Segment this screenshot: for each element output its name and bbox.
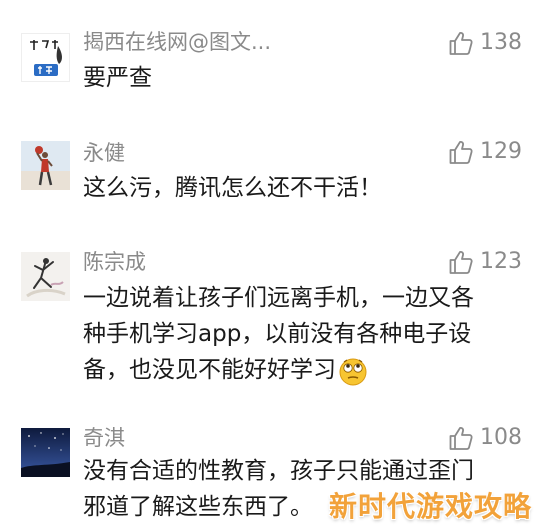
dancer-avatar-image [21,252,70,301]
like-button[interactable]: 138 [448,30,522,56]
basketball-player-avatar-image [21,141,70,190]
user-avatar[interactable] [21,141,70,190]
thumbs-up-icon [449,251,473,274]
like-button[interactable]: 129 [448,139,522,165]
user-avatar[interactable] [21,33,70,82]
comment-list: 揭西在线网@图文... 138 要严查 永健 129 这么污，腾讯怎么还不干活！… [0,0,544,531]
comment-username[interactable]: 陈宗成 [83,252,146,273]
comment-text: 要严查 [83,60,533,96]
comment-line: 没有合适的性教育，孩子只能通过歪门 [83,458,474,484]
comment-text: 一边说着让孩子们远离手机，一边又各 种手机学习app，以前没有各种电子设 备，也… [83,280,533,388]
comment-username[interactable]: 揭西在线网@图文... [83,32,271,53]
night-sky-avatar-image [21,428,70,477]
calligraphy-badge-avatar-image [22,34,69,81]
like-count: 138 [480,30,522,55]
comment-line: 一边说着让孩子们远离手机，一边又各 [83,285,474,311]
comment-username[interactable]: 奇淇 [83,428,125,449]
user-avatar[interactable] [21,428,70,477]
comment-line: 要严查 [83,65,152,91]
like-count: 129 [480,139,522,164]
comment-line-with-emoji: 备，也没见不能好好学习 [83,352,533,388]
comment-item: 永健 129 这么污，腾讯怎么还不干活！ [0,115,544,240]
comment-item: 揭西在线网@图文... 138 要严查 [0,0,544,115]
comment-line: 种手机学习app，以前没有各种电子设 [83,321,472,347]
thumbs-up-icon [449,32,473,55]
rolling-eyes-emoji [339,358,367,385]
thumbs-up-icon [449,141,473,164]
like-count: 108 [480,425,522,450]
comment-username[interactable]: 永健 [83,143,125,164]
comment-item: 陈宗成 123 一边说着让孩子们远离手机，一边又各 种手机学习app，以前没有各… [0,240,544,415]
like-button[interactable]: 123 [448,249,522,275]
comment-text: 这么污，腾讯怎么还不干活！ [83,170,533,206]
like-count: 123 [480,249,522,274]
thumbs-up-icon [449,427,473,450]
comment-line-text: 备，也没见不能好好学习 [83,357,336,383]
like-button[interactable]: 108 [448,425,522,451]
comment-line: 这么污，腾讯怎么还不干活！ [83,175,382,201]
watermark: 新时代游戏攻略 [328,490,532,523]
user-avatar[interactable] [21,252,70,301]
